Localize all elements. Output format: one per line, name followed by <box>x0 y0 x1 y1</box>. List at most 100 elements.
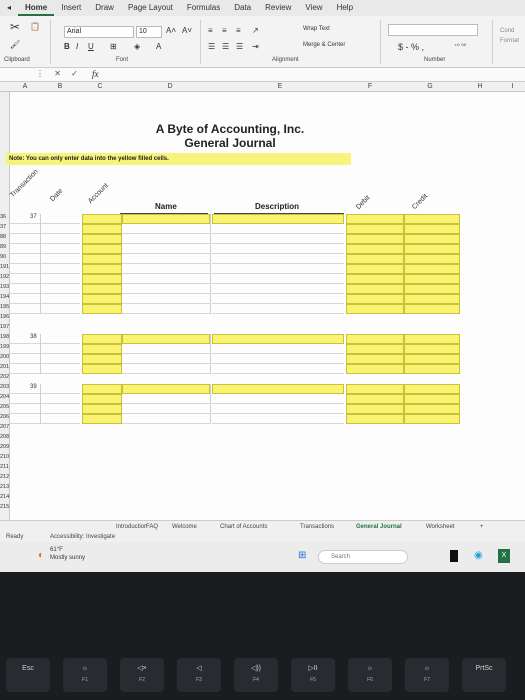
underline-icon[interactable]: U <box>88 42 94 52</box>
number-format-icons[interactable]: $ - % , <box>398 42 424 52</box>
journal-input-cell[interactable] <box>346 244 404 254</box>
font-grow-icon[interactable]: A˄ <box>166 26 176 36</box>
journal-input-cell[interactable] <box>82 254 122 264</box>
journal-input-cell[interactable] <box>82 214 122 224</box>
journal-input-cell[interactable] <box>346 364 404 374</box>
align-left-icon[interactable]: ☰ <box>208 42 215 52</box>
row-header[interactable]: 200 <box>0 354 10 361</box>
journal-input-cell[interactable] <box>404 264 460 274</box>
tab-review[interactable]: Review <box>258 0 298 16</box>
journal-input-cell[interactable] <box>404 344 460 354</box>
journal-input-cell[interactable] <box>82 264 122 274</box>
borders-icon[interactable]: ⊞ <box>110 42 117 52</box>
row-header[interactable]: 211 <box>0 464 10 471</box>
journal-input-cell[interactable] <box>212 334 344 344</box>
row-header[interactable]: 90 <box>0 254 10 261</box>
row-header[interactable]: 88 <box>0 234 10 241</box>
tab-page-layout[interactable]: Page Layout <box>121 0 180 16</box>
accessibility-status[interactable]: Accessibility: Investigate <box>50 532 115 542</box>
journal-input-cell[interactable] <box>404 254 460 264</box>
journal-input-cell[interactable] <box>82 364 122 374</box>
journal-input-cell[interactable] <box>404 224 460 234</box>
row-header[interactable]: 193 <box>0 284 10 291</box>
weather-widget[interactable]: 61°F Mostly sunny <box>50 546 85 562</box>
journal-input-cell[interactable] <box>346 214 404 224</box>
row-header[interactable]: 208 <box>0 434 10 441</box>
number-format-select[interactable] <box>388 24 478 36</box>
journal-input-cell[interactable] <box>82 404 122 414</box>
row-header[interactable]: 191 <box>0 264 10 271</box>
row-header[interactable]: 205 <box>0 404 10 411</box>
format-painter-icon[interactable]: 🖌 <box>10 40 20 50</box>
decimal-icons[interactable]: ⁺⁰ ⁰⁰ <box>454 42 466 52</box>
journal-input-cell[interactable] <box>404 284 460 294</box>
row-header[interactable]: 215 <box>0 504 10 511</box>
fill-color-icon[interactable]: ◈ <box>134 42 140 52</box>
row-header[interactable]: 214 <box>0 494 10 501</box>
row-header[interactable]: 89 <box>0 244 10 251</box>
journal-input-cell[interactable] <box>212 214 344 224</box>
journal-input-cell[interactable] <box>404 294 460 304</box>
formula-bar[interactable]: ⋮ ✕ ✓ fx <box>0 68 525 82</box>
journal-input-cell[interactable] <box>346 304 404 314</box>
weather-icon[interactable]: ◐ <box>38 550 44 561</box>
journal-input-cell[interactable] <box>346 354 404 364</box>
font-size-select[interactable]: 10 <box>136 26 162 38</box>
journal-input-cell[interactable] <box>346 334 404 344</box>
journal-input-cell[interactable] <box>82 414 122 424</box>
journal-input-cell[interactable] <box>346 404 404 414</box>
journal-input-cell[interactable] <box>82 244 122 254</box>
align-top-icon[interactable]: ≡ <box>208 26 213 36</box>
row-header[interactable]: 195 <box>0 304 10 311</box>
row-header[interactable]: 199 <box>0 344 10 351</box>
tab-insert[interactable]: Insert <box>54 0 88 16</box>
row-header[interactable]: 206 <box>0 414 10 421</box>
worksheet-grid[interactable]: 36 37 88 89 90 191 192 193 194 195 196 197 198 199 200… <box>0 92 525 520</box>
journal-input-cell[interactable] <box>404 384 460 394</box>
tab-draw[interactable]: Draw <box>88 0 121 16</box>
journal-input-cell[interactable] <box>346 414 404 424</box>
journal-input-cell[interactable] <box>82 284 122 294</box>
journal-input-cell[interactable] <box>82 234 122 244</box>
row-header[interactable]: 37 <box>0 224 10 231</box>
journal-input-cell[interactable] <box>346 234 404 244</box>
file-back-icon[interactable]: ◂ <box>0 0 18 16</box>
journal-input-cell[interactable] <box>82 394 122 404</box>
align-middle-icon[interactable]: ≡ <box>222 26 227 36</box>
tab-view[interactable]: View <box>298 0 329 16</box>
journal-input-cell[interactable] <box>404 244 460 254</box>
orientation-icon[interactable]: ↗ <box>252 26 259 36</box>
tab-help[interactable]: Help <box>330 0 360 16</box>
col-header-g[interactable]: G <box>400 82 460 92</box>
align-center-icon[interactable]: ☰ <box>222 42 229 52</box>
journal-input-cell[interactable] <box>346 274 404 284</box>
col-header-h[interactable]: H <box>460 82 500 92</box>
journal-input-cell[interactable] <box>82 304 122 314</box>
row-header[interactable]: 203 <box>0 384 10 391</box>
row-header[interactable]: 202 <box>0 374 10 381</box>
journal-input-cell[interactable] <box>346 384 404 394</box>
journal-input-cell[interactable] <box>346 284 404 294</box>
col-header-b[interactable]: B <box>40 82 80 92</box>
journal-input-cell[interactable] <box>346 254 404 264</box>
col-header-d[interactable]: D <box>120 82 220 92</box>
journal-input-cell[interactable] <box>404 364 460 374</box>
italic-icon[interactable]: I <box>76 42 78 52</box>
journal-input-cell[interactable] <box>82 334 122 344</box>
tab-home[interactable]: Home <box>18 0 55 16</box>
col-header-i[interactable]: I <box>500 82 525 92</box>
col-header-a[interactable]: A <box>10 82 40 92</box>
app-icon-edge[interactable]: ◉ <box>474 550 483 561</box>
formula-bar-icons[interactable]: ⋮ ✕ ✓ <box>36 69 82 78</box>
journal-input-cell[interactable] <box>404 334 460 344</box>
row-header[interactable]: 209 <box>0 444 10 451</box>
col-header-e[interactable]: E <box>220 82 340 92</box>
wrap-text-button[interactable]: Wrap Text <box>303 24 330 34</box>
journal-input-cell[interactable] <box>404 394 460 404</box>
align-right-icon[interactable]: ☰ <box>236 42 243 52</box>
journal-input-cell[interactable] <box>346 224 404 234</box>
row-header[interactable]: 207 <box>0 424 10 431</box>
journal-input-cell[interactable] <box>346 344 404 354</box>
font-shrink-icon[interactable]: A˅ <box>182 26 192 36</box>
col-header-f[interactable]: F <box>340 82 400 92</box>
